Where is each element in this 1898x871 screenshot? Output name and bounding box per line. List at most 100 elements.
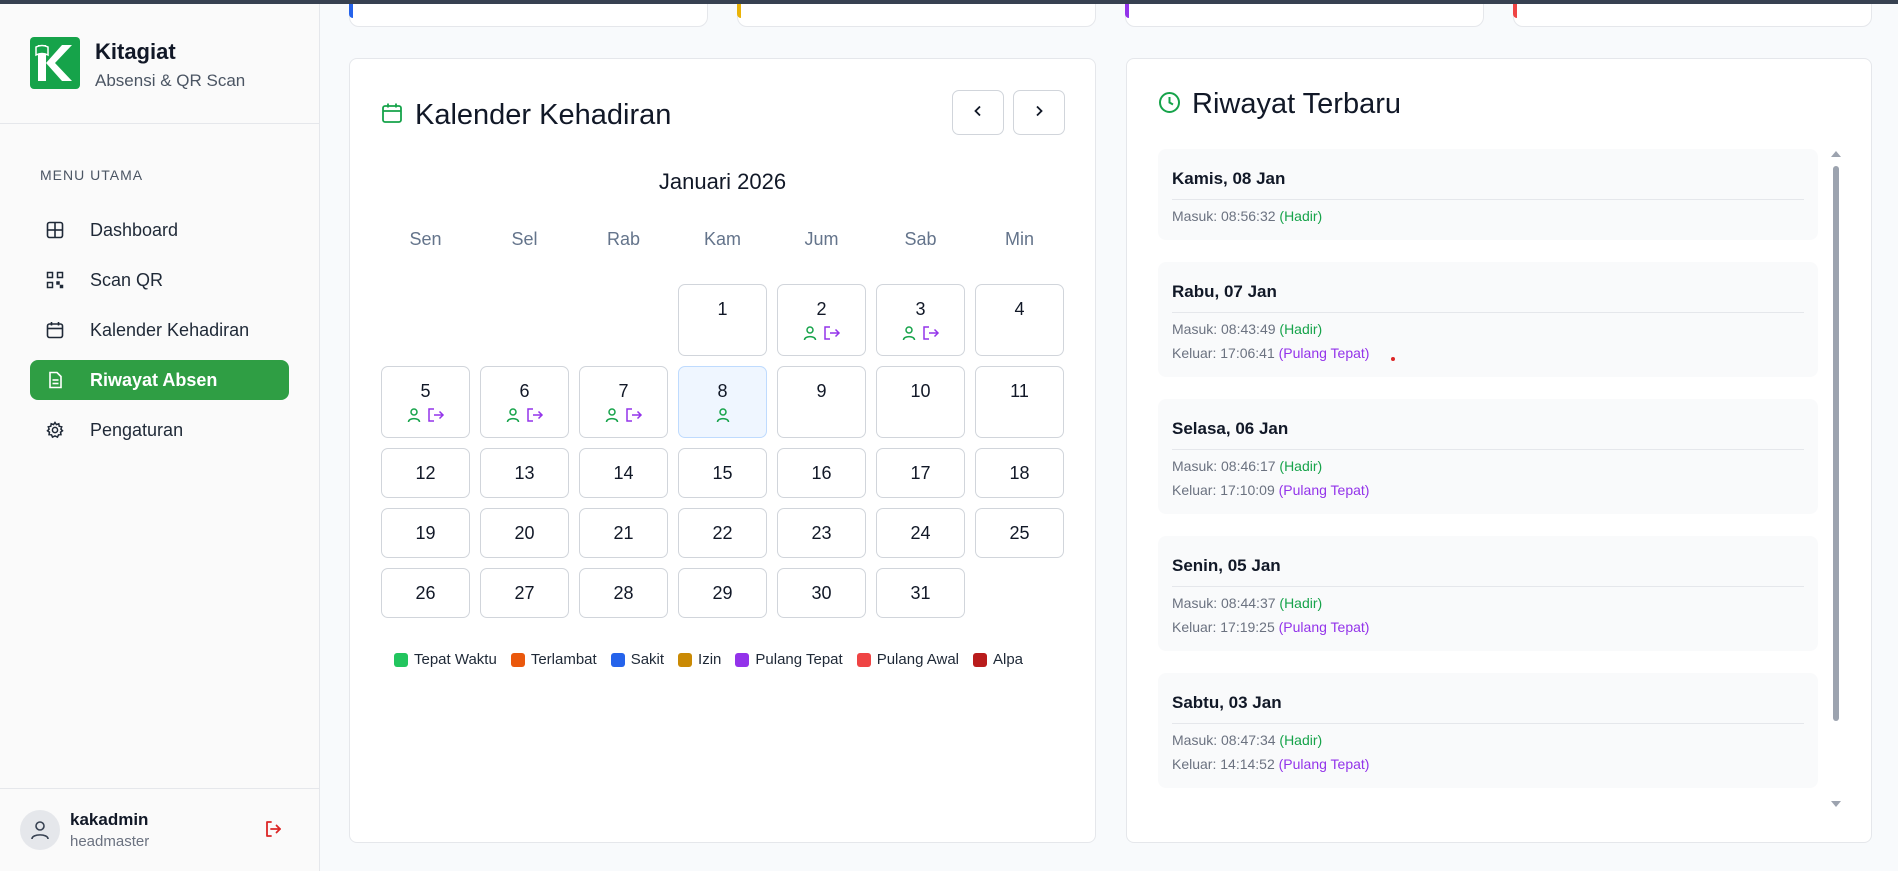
- calendar-day[interactable]: 1: [678, 284, 767, 356]
- prev-month-button[interactable]: [952, 90, 1004, 135]
- day-number: 9: [816, 381, 827, 401]
- calendar-day[interactable]: 5: [381, 366, 470, 438]
- day-number: 21: [613, 523, 634, 543]
- calendar-day[interactable]: 4: [975, 284, 1064, 356]
- entry-date: Senin, 05 Jan: [1172, 536, 1804, 587]
- day-number: 17: [910, 463, 931, 483]
- calendar-day[interactable]: 10: [876, 366, 965, 438]
- day-number: 18: [1009, 463, 1030, 483]
- history-scrollbar[interactable]: [1830, 149, 1842, 809]
- stat-card-stub: [737, 0, 1096, 27]
- stat-card-stub: [1513, 0, 1872, 27]
- entry-check-out: Keluar: 14:14:52 (Pulang Tepat): [1172, 756, 1804, 788]
- calendar-day[interactable]: 29: [678, 568, 767, 618]
- calendar-day[interactable]: 25: [975, 508, 1064, 558]
- day-number: 8: [717, 381, 728, 401]
- next-month-button[interactable]: [1013, 90, 1065, 135]
- history-entry: Kamis, 08 Jan Masuk: 08:56:32 (Hadir): [1158, 149, 1818, 240]
- entry-check-out: Keluar: 17:06:41 (Pulang Tepat): [1172, 345, 1804, 377]
- scroll-down-icon[interactable]: [1831, 801, 1841, 807]
- user-name: kakadmin: [70, 810, 149, 829]
- legend-item: Alpa: [973, 651, 1023, 668]
- scroll-thumb[interactable]: [1833, 166, 1839, 721]
- cursor-marker: [1391, 357, 1395, 361]
- check-in-time: Masuk: 08:56:32: [1172, 208, 1276, 224]
- entry-check-in: Masuk: 08:43:49 (Hadir): [1172, 321, 1804, 337]
- entry-check-out: Keluar: 17:19:25 (Pulang Tepat): [1172, 619, 1804, 651]
- calendar-day[interactable]: 18: [975, 448, 1064, 498]
- entry-check-out: Keluar: 17:10:09 (Pulang Tepat): [1172, 482, 1804, 514]
- day-number: 3: [915, 299, 926, 319]
- calendar-day[interactable]: 28: [579, 568, 668, 618]
- calendar-day[interactable]: 31: [876, 568, 965, 618]
- check-out-time: Keluar: 14:14:52: [1172, 756, 1275, 772]
- calendar-day[interactable]: 2: [777, 284, 866, 356]
- calendar-day[interactable]: 12: [381, 448, 470, 498]
- check-in-icon: [604, 407, 620, 428]
- day-number: 27: [514, 583, 535, 603]
- history-entry: Rabu, 07 Jan Masuk: 08:43:49 (Hadir) Kel…: [1158, 262, 1818, 377]
- check-in-status: (Hadir): [1279, 321, 1323, 337]
- nav-label: Scan QR: [90, 269, 164, 290]
- history-entry: Senin, 05 Jan Masuk: 08:44:37 (Hadir) Ke…: [1158, 536, 1818, 651]
- calendar-day[interactable]: 21: [579, 508, 668, 558]
- calendar-day[interactable]: 13: [480, 448, 569, 498]
- check-in-time: Masuk: 08:46:17: [1172, 458, 1276, 474]
- check-out-time: Keluar: 17:19:25: [1172, 619, 1275, 635]
- legend-label: Terlambat: [530, 651, 597, 668]
- calendar-title: Kalender Kehadiran: [415, 99, 672, 131]
- menu-heading: MENU UTAMA: [40, 167, 144, 183]
- calendar-day[interactable]: 30: [777, 568, 866, 618]
- calendar-day[interactable]: 3: [876, 284, 965, 356]
- qr-icon: [45, 270, 65, 290]
- calendar-day[interactable]: 20: [480, 508, 569, 558]
- logout-icon[interactable]: [263, 819, 283, 844]
- calendar-day[interactable]: 27: [480, 568, 569, 618]
- calendar-day[interactable]: 6: [480, 366, 569, 438]
- nav-label: Kalender Kehadiran: [90, 319, 250, 340]
- day-number: 14: [613, 463, 634, 483]
- check-in-status: (Hadir): [1279, 208, 1323, 224]
- calendar-day[interactable]: 23: [777, 508, 866, 558]
- day-number: 24: [910, 523, 931, 543]
- brand-name: Kitagiat: [95, 39, 176, 64]
- calendar-day[interactable]: 7: [579, 366, 668, 438]
- history-list[interactable]: Kamis, 08 Jan Masuk: 08:56:32 (Hadir) Ra…: [1158, 149, 1851, 809]
- calendar-day[interactable]: 22: [678, 508, 767, 558]
- history-card: Riwayat Terbaru Kamis, 08 Jan Masuk: 08:…: [1126, 58, 1872, 843]
- nav-item-scan-qr[interactable]: Scan QR: [30, 260, 289, 300]
- history-entry: Sabtu, 03 Jan Masuk: 08:47:34 (Hadir) Ke…: [1158, 673, 1818, 788]
- calendar-day-today[interactable]: 8: [678, 366, 767, 438]
- calendar-day[interactable]: 11: [975, 366, 1064, 438]
- gear-icon: [45, 420, 65, 440]
- calendar-day[interactable]: 14: [579, 448, 668, 498]
- entry-date: Rabu, 07 Jan: [1172, 262, 1804, 313]
- entry-check-in: Masuk: 08:47:34 (Hadir): [1172, 732, 1804, 748]
- scroll-up-icon[interactable]: [1831, 151, 1841, 157]
- history-entry: Selasa, 06 Jan Masuk: 08:46:17 (Hadir) K…: [1158, 399, 1818, 514]
- calendar-day[interactable]: 17: [876, 448, 965, 498]
- day-number: 13: [514, 463, 535, 483]
- nav-item-riwayat-absen[interactable]: Riwayat Absen: [30, 360, 289, 400]
- check-out-time: Keluar: 17:10:09: [1172, 482, 1275, 498]
- nav-item-dashboard[interactable]: Dashboard: [30, 210, 289, 250]
- calendar-day[interactable]: 24: [876, 508, 965, 558]
- chevron-left-icon: [972, 104, 984, 122]
- calendar-day[interactable]: 9: [777, 366, 866, 438]
- check-out-time: Keluar: 17:06:41: [1172, 345, 1275, 361]
- nav-item-pengaturan[interactable]: Pengaturan: [30, 410, 289, 450]
- calendar-day[interactable]: 16: [777, 448, 866, 498]
- day-number: 19: [415, 523, 436, 543]
- legend-swatch: [510, 652, 525, 667]
- calendar-day[interactable]: 26: [381, 568, 470, 618]
- calendar-day[interactable]: 19: [381, 508, 470, 558]
- check-in-status: (Hadir): [1279, 595, 1323, 611]
- main-nav: Dashboard Scan QR Kalender Kehadiran Riw…: [30, 210, 289, 460]
- entry-date: Kamis, 08 Jan: [1172, 149, 1804, 200]
- avatar: [20, 810, 60, 850]
- check-in-status: (Hadir): [1279, 732, 1323, 748]
- legend-item: Tepat Waktu: [394, 651, 497, 668]
- legend-label: Pulang Awal: [876, 651, 959, 668]
- calendar-day[interactable]: 15: [678, 448, 767, 498]
- nav-item-kalender[interactable]: Kalender Kehadiran: [30, 310, 289, 350]
